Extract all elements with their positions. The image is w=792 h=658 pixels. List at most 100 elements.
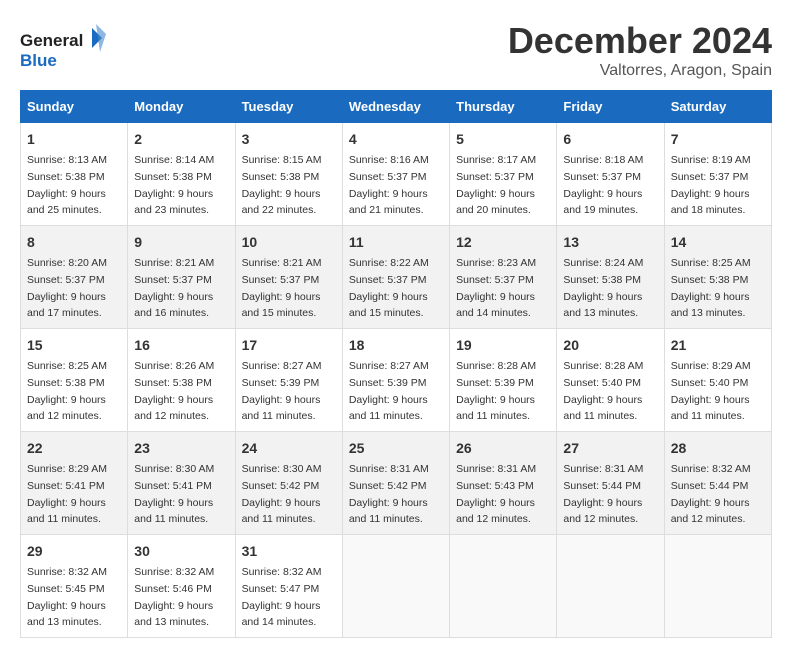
day-info: Sunrise: 8:32 AMSunset: 5:46 PMDaylight:… — [134, 566, 214, 628]
calendar-cell: 8 Sunrise: 8:20 AMSunset: 5:37 PMDaylight… — [21, 226, 128, 329]
day-info: Sunrise: 8:21 AMSunset: 5:37 PMDaylight:… — [242, 257, 322, 319]
day-number: 9 — [134, 232, 228, 253]
calendar-cell: 16 Sunrise: 8:26 AMSunset: 5:38 PMDayligh… — [128, 329, 235, 432]
day-info: Sunrise: 8:17 AMSunset: 5:37 PMDaylight:… — [456, 154, 536, 216]
calendar-cell: 6 Sunrise: 8:18 AMSunset: 5:37 PMDaylight… — [557, 123, 664, 226]
header-wednesday: Wednesday — [342, 91, 449, 123]
day-info: Sunrise: 8:32 AMSunset: 5:45 PMDaylight:… — [27, 566, 107, 628]
day-number: 28 — [671, 438, 765, 459]
day-info: Sunrise: 8:31 AMSunset: 5:44 PMDaylight:… — [563, 463, 643, 525]
day-info: Sunrise: 8:29 AMSunset: 5:41 PMDaylight:… — [27, 463, 107, 525]
day-info: Sunrise: 8:13 AMSunset: 5:38 PMDaylight:… — [27, 154, 107, 216]
calendar-cell: 5 Sunrise: 8:17 AMSunset: 5:37 PMDaylight… — [450, 123, 557, 226]
calendar-header-row: SundayMondayTuesdayWednesdayThursdayFrid… — [21, 91, 772, 123]
day-number: 16 — [134, 335, 228, 356]
calendar-cell: 12Sunrise: 8:23 AMSunset: 5:37 PMDayligh… — [450, 226, 557, 329]
day-info: Sunrise: 8:16 AMSunset: 5:37 PMDaylight:… — [349, 154, 429, 216]
day-info: Sunrise: 8:21 AMSunset: 5:37 PMDaylight:… — [134, 257, 214, 319]
day-number: 25 — [349, 438, 443, 459]
header-friday: Friday — [557, 91, 664, 123]
day-number: 26 — [456, 438, 550, 459]
header-saturday: Saturday — [664, 91, 771, 123]
day-number: 15 — [27, 335, 121, 356]
day-info: Sunrise: 8:32 AMSunset: 5:44 PMDaylight:… — [671, 463, 751, 525]
day-info: Sunrise: 8:29 AMSunset: 5:40 PMDaylight:… — [671, 360, 751, 422]
day-info: Sunrise: 8:25 AMSunset: 5:38 PMDaylight:… — [671, 257, 751, 319]
calendar-cell: 3Sunrise: 8:15 AMSunset: 5:38 PMDaylight… — [235, 123, 342, 226]
calendar-cell — [450, 535, 557, 638]
calendar-cell: 10 Sunrise: 8:21 AMSunset: 5:37 PMDayligh… — [235, 226, 342, 329]
header-sunday: Sunday — [21, 91, 128, 123]
day-number: 12 — [456, 232, 550, 253]
day-number: 20 — [563, 335, 657, 356]
day-number: 17 — [242, 335, 336, 356]
calendar-cell — [557, 535, 664, 638]
day-number: 11 — [349, 232, 443, 253]
calendar-cell: 22Sunrise: 8:29 AMSunset: 5:41 PMDayligh… — [21, 432, 128, 535]
day-info: Sunrise: 8:18 AMSunset: 5:37 PMDaylight:… — [563, 154, 643, 216]
day-number: 1 — [27, 129, 121, 150]
calendar-cell: 24 Sunrise: 8:30 AMSunset: 5:42 PMDayligh… — [235, 432, 342, 535]
day-info: Sunrise: 8:30 AMSunset: 5:42 PMDaylight:… — [242, 463, 322, 525]
calendar-cell: 21Sunrise: 8:29 AMSunset: 5:40 PMDayligh… — [664, 329, 771, 432]
day-number: 18 — [349, 335, 443, 356]
day-info: Sunrise: 8:25 AMSunset: 5:38 PMDaylight:… — [27, 360, 107, 422]
day-info: Sunrise: 8:30 AMSunset: 5:41 PMDaylight:… — [134, 463, 214, 525]
calendar-cell: 4 Sunrise: 8:16 AMSunset: 5:37 PMDaylight… — [342, 123, 449, 226]
generalblue-logo: General Blue — [20, 24, 110, 74]
header-monday: Monday — [128, 91, 235, 123]
day-number: 31 — [242, 541, 336, 562]
calendar-cell: 20Sunrise: 8:28 AMSunset: 5:40 PMDayligh… — [557, 329, 664, 432]
day-info: Sunrise: 8:24 AMSunset: 5:38 PMDaylight:… — [563, 257, 643, 319]
day-info: Sunrise: 8:27 AMSunset: 5:39 PMDaylight:… — [242, 360, 322, 422]
day-info: Sunrise: 8:26 AMSunset: 5:38 PMDaylight:… — [134, 360, 214, 422]
calendar-cell: 26 Sunrise: 8:31 AMSunset: 5:43 PMDayligh… — [450, 432, 557, 535]
calendar-cell: 1 Sunrise: 8:13 AMSunset: 5:38 PMDaylight… — [21, 123, 128, 226]
calendar-cell: 25 Sunrise: 8:31 AMSunset: 5:42 PMDayligh… — [342, 432, 449, 535]
calendar-cell — [342, 535, 449, 638]
day-number: 4 — [349, 129, 443, 150]
day-info: Sunrise: 8:22 AMSunset: 5:37 PMDaylight:… — [349, 257, 429, 319]
title-block: December 2024 Valtorres, Aragon, Spain — [508, 20, 772, 80]
month-title: December 2024 — [508, 20, 772, 62]
calendar-cell: 27 Sunrise: 8:31 AMSunset: 5:44 PMDayligh… — [557, 432, 664, 535]
header-thursday: Thursday — [450, 91, 557, 123]
day-number: 30 — [134, 541, 228, 562]
calendar-week-row: 1 Sunrise: 8:13 AMSunset: 5:38 PMDaylight… — [21, 123, 772, 226]
day-info: Sunrise: 8:20 AMSunset: 5:37 PMDaylight:… — [27, 257, 107, 319]
day-info: Sunrise: 8:14 AMSunset: 5:38 PMDaylight:… — [134, 154, 214, 216]
day-info: Sunrise: 8:19 AMSunset: 5:37 PMDaylight:… — [671, 154, 751, 216]
page-header: General Blue December 2024 Valtorres, Ar… — [20, 20, 772, 80]
calendar-cell — [664, 535, 771, 638]
calendar-cell: 19 Sunrise: 8:28 AMSunset: 5:39 PMDayligh… — [450, 329, 557, 432]
calendar-cell: 30 Sunrise: 8:32 AMSunset: 5:46 PMDayligh… — [128, 535, 235, 638]
calendar-week-row: 29 Sunrise: 8:32 AMSunset: 5:45 PMDayligh… — [21, 535, 772, 638]
svg-text:Blue: Blue — [20, 51, 57, 70]
day-info: Sunrise: 8:31 AMSunset: 5:42 PMDaylight:… — [349, 463, 429, 525]
day-info: Sunrise: 8:27 AMSunset: 5:39 PMDaylight:… — [349, 360, 429, 422]
location: Valtorres, Aragon, Spain — [508, 62, 772, 80]
day-number: 10 — [242, 232, 336, 253]
calendar-cell: 14Sunrise: 8:25 AMSunset: 5:38 PMDayligh… — [664, 226, 771, 329]
day-number: 6 — [563, 129, 657, 150]
day-info: Sunrise: 8:32 AMSunset: 5:47 PMDaylight:… — [242, 566, 322, 628]
day-number: 5 — [456, 129, 550, 150]
day-number: 29 — [27, 541, 121, 562]
svg-text:General: General — [20, 31, 83, 50]
day-info: Sunrise: 8:15 AMSunset: 5:38 PMDaylight:… — [242, 154, 322, 216]
day-number: 19 — [456, 335, 550, 356]
day-number: 23 — [134, 438, 228, 459]
calendar-cell: 2Sunrise: 8:14 AMSunset: 5:38 PMDaylight… — [128, 123, 235, 226]
header-tuesday: Tuesday — [235, 91, 342, 123]
calendar-cell: 17 Sunrise: 8:27 AMSunset: 5:39 PMDayligh… — [235, 329, 342, 432]
day-number: 8 — [27, 232, 121, 253]
day-number: 27 — [563, 438, 657, 459]
calendar-cell: 11 Sunrise: 8:22 AMSunset: 5:37 PMDayligh… — [342, 226, 449, 329]
calendar-week-row: 22Sunrise: 8:29 AMSunset: 5:41 PMDayligh… — [21, 432, 772, 535]
calendar-table: SundayMondayTuesdayWednesdayThursdayFrid… — [20, 90, 772, 638]
day-number: 24 — [242, 438, 336, 459]
day-info: Sunrise: 8:31 AMSunset: 5:43 PMDaylight:… — [456, 463, 536, 525]
day-info: Sunrise: 8:28 AMSunset: 5:39 PMDaylight:… — [456, 360, 536, 422]
logo: General Blue — [20, 20, 110, 74]
calendar-cell: 31 Sunrise: 8:32 AMSunset: 5:47 PMDayligh… — [235, 535, 342, 638]
